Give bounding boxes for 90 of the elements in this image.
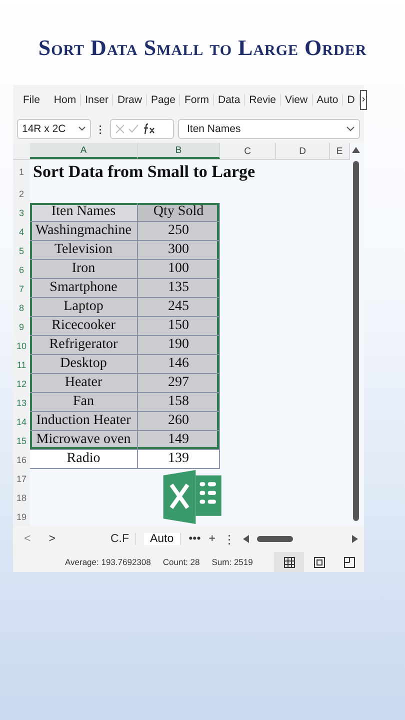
function-icon[interactable] xyxy=(142,123,156,135)
column-letter[interactable]: D xyxy=(276,143,330,159)
row-number: 11 xyxy=(13,355,30,374)
row-number: 14 xyxy=(13,412,30,431)
row-number: 18 xyxy=(13,488,30,507)
row-number: 16 xyxy=(13,450,30,469)
table-cell: 139 xyxy=(138,450,220,469)
table-cell: Television xyxy=(30,241,138,260)
column-letter[interactable]: C xyxy=(220,143,276,159)
sheet-title: Sort Data from Small to Large xyxy=(32,161,256,183)
chevron-down-icon xyxy=(78,126,86,132)
table-cell: 250 xyxy=(138,222,220,241)
row-number: 15 xyxy=(13,431,30,450)
scroll-up-icon[interactable] xyxy=(352,147,360,153)
row-number: 1 xyxy=(13,160,30,184)
more-tabs-button[interactable]: › xyxy=(360,90,368,110)
scroll-right-icon[interactable] xyxy=(352,535,358,543)
row-number: 7 xyxy=(13,279,30,298)
formula-field[interactable]: Iten Names xyxy=(178,119,360,139)
page-break-icon xyxy=(344,556,354,568)
table-cell: 297 xyxy=(138,374,220,393)
row-number: 2 xyxy=(13,184,30,203)
row-number: 19 xyxy=(13,507,30,526)
table-cell: Fan xyxy=(30,393,138,412)
table-cell: 260 xyxy=(138,412,220,431)
formula-controls[interactable] xyxy=(110,119,174,139)
ribbon-tab[interactable]: Hom xyxy=(50,94,82,106)
table-cell: 100 xyxy=(138,260,220,279)
menu-icon[interactable]: ⋮ xyxy=(95,122,106,136)
average-readout: Average: 193.7692308 xyxy=(65,557,151,567)
add-sheet-button[interactable]: + xyxy=(208,533,216,545)
table-cell: Smartphone xyxy=(30,279,138,298)
table-cell: 190 xyxy=(138,336,220,355)
column-header-cell: Iten Names xyxy=(30,203,138,222)
grid-icon xyxy=(284,556,294,568)
table-cell: 158 xyxy=(138,393,220,412)
column-header-cell: Qty Sold xyxy=(138,203,220,222)
row-number: 3 xyxy=(13,203,30,222)
row-number: 12 xyxy=(13,374,30,393)
row-number: 8 xyxy=(13,298,30,317)
table-cell: Laptop xyxy=(30,298,138,317)
count-readout: Count: 28 xyxy=(162,557,200,567)
page-heading: Sort Data Small to Large Order xyxy=(37,34,368,62)
table-cell: Radio xyxy=(30,450,138,469)
ribbon-tab[interactable]: Page xyxy=(146,94,180,106)
ribbon-tab[interactable]: Inser xyxy=(81,94,114,106)
table-cell: Washingmachine xyxy=(30,222,138,241)
table-cell: Microwave oven xyxy=(30,431,138,450)
ribbon-tab[interactable]: Draw xyxy=(113,94,147,106)
sum-readout: Sum: 2519 xyxy=(212,557,253,567)
table-cell: 146 xyxy=(138,355,220,374)
normal-view-button[interactable] xyxy=(274,552,304,572)
table-cell: 150 xyxy=(138,317,220,336)
table-cell: Iron xyxy=(30,260,138,279)
column-letter[interactable]: A xyxy=(30,143,138,159)
menu-icon[interactable]: ⋮ xyxy=(223,532,236,546)
row-number: 4 xyxy=(13,222,30,241)
ribbon-tab[interactable]: Revie xyxy=(245,94,282,106)
name-box[interactable]: 14R x 2C xyxy=(17,119,91,139)
row-number: 5 xyxy=(13,241,30,260)
table-cell: Induction Heater xyxy=(30,412,138,431)
table-cell: Refrigerator xyxy=(30,336,138,355)
row-number: 9 xyxy=(13,317,30,336)
spreadsheet-logo-icon xyxy=(163,470,223,524)
table-cell: Desktop xyxy=(30,355,138,374)
ribbon-tab[interactable]: File xyxy=(19,94,50,106)
sheet-tab[interactable]: C.F xyxy=(104,533,136,545)
sheet-tab[interactable]: Auto xyxy=(144,533,181,545)
row-number: 6 xyxy=(13,260,30,279)
table-cell: Heater xyxy=(30,374,138,393)
table-cell: 135 xyxy=(138,279,220,298)
row-number: 10 xyxy=(13,336,30,355)
ribbon-tab[interactable]: Form xyxy=(180,94,214,106)
ribbon-tab[interactable]: View xyxy=(281,94,313,106)
horizontal-scrollbar[interactable] xyxy=(243,535,358,543)
next-sheet-button[interactable]: > xyxy=(44,533,60,545)
table-cell: Ricecooker xyxy=(30,317,138,336)
ribbon-tab[interactable]: Data xyxy=(214,94,246,106)
chevron-down-icon xyxy=(346,126,355,132)
table-cell: 300 xyxy=(138,241,220,260)
table-cell: 149 xyxy=(138,431,220,450)
table-cell: 245 xyxy=(138,298,220,317)
check-icon[interactable] xyxy=(128,124,139,134)
column-letter[interactable]: B xyxy=(138,143,220,159)
more-sheets-button[interactable]: ••• xyxy=(188,533,201,545)
page-icon xyxy=(314,556,324,568)
row-number: 13 xyxy=(13,393,30,412)
scroll-left-icon[interactable] xyxy=(243,535,250,543)
row-number: 17 xyxy=(13,469,30,488)
ribbon-tab[interactable]: Auto xyxy=(312,94,344,106)
